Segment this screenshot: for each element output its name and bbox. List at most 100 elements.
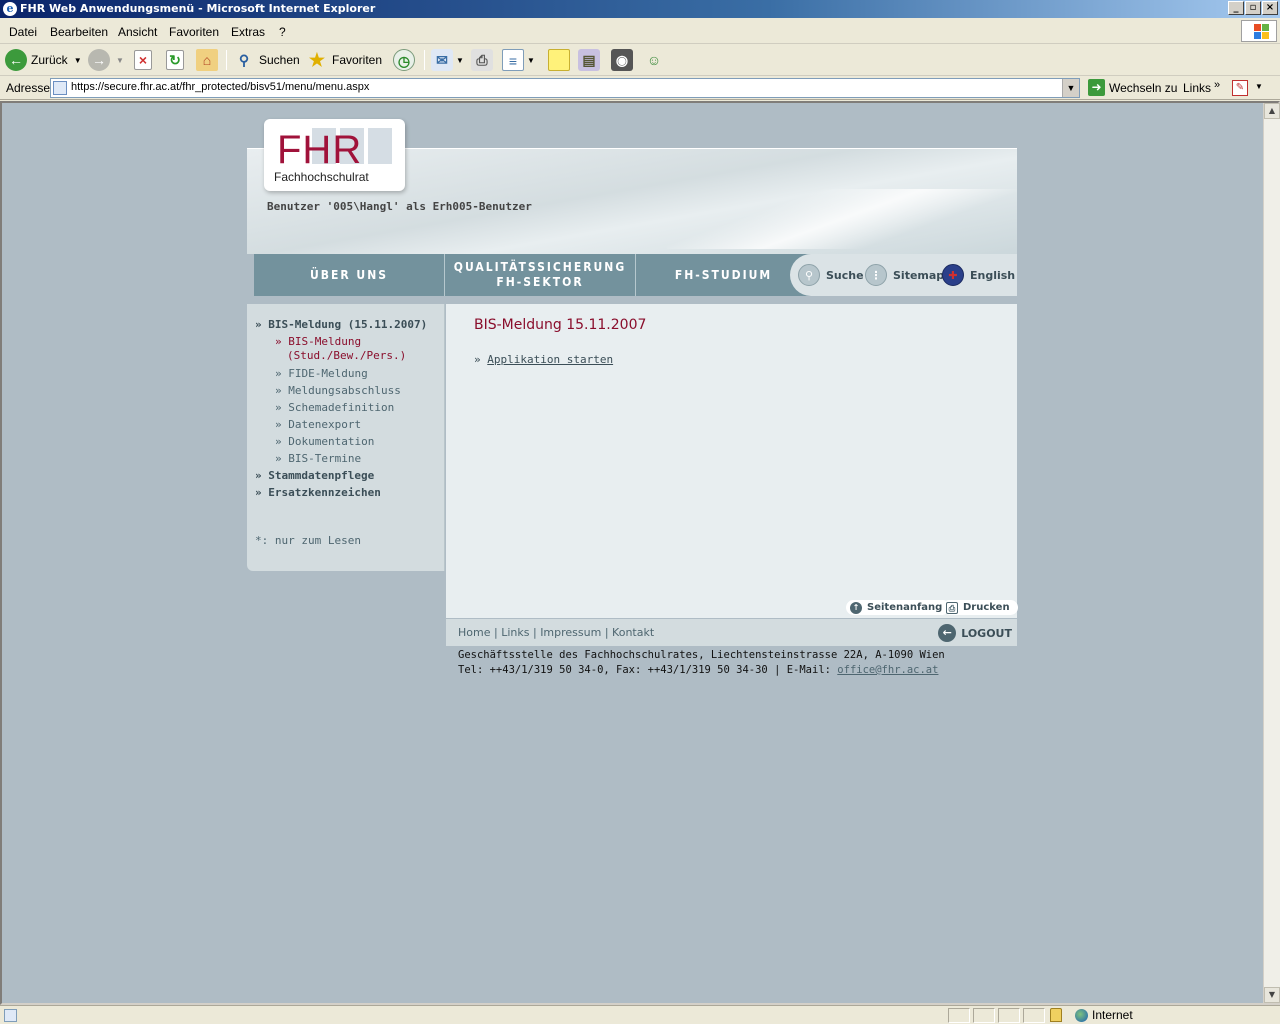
start-application-link[interactable]: Applikation starten <box>487 353 613 366</box>
print-page-button[interactable]: ⎙ Drucken <box>942 600 1018 615</box>
tab-label: ÜBER UNS <box>309 267 388 282</box>
tab-label-line2: FH-SEKTOR <box>496 275 584 289</box>
forward-button[interactable]: → ▼ <box>88 48 124 72</box>
internet-explorer-icon: e <box>3 2 17 16</box>
windows-logo-icon <box>1241 20 1277 42</box>
sitemap-link-label: Sitemap <box>893 268 945 282</box>
scroll-down-icon[interactable]: ▼ <box>1264 987 1280 1003</box>
discuss-button[interactable] <box>548 48 570 72</box>
sidebar-item-datenexport[interactable]: » Datenexport <box>275 418 361 431</box>
sidebar-item-bis-meldung[interactable]: » BIS-Meldung <box>275 335 361 348</box>
menu-ansicht[interactable]: Ansicht <box>118 25 157 39</box>
refresh-button[interactable]: ↻ <box>166 48 184 72</box>
mail-dropdown-icon[interactable]: ▼ <box>456 56 464 65</box>
sidebar-item-schemadefinition[interactable]: » Schemadefinition <box>275 401 394 414</box>
stop-icon: × <box>134 50 152 70</box>
menu-datei[interactable]: Datei <box>9 25 37 39</box>
status-cell <box>998 1008 1020 1023</box>
home-button[interactable]: ⌂ <box>196 48 218 72</box>
footer-link-home[interactable]: Home <box>458 626 490 639</box>
messenger-button[interactable]: ◉ <box>611 48 633 72</box>
close-window-button[interactable]: × <box>1262 1 1278 15</box>
magnifier-icon: ⚲ <box>238 52 250 68</box>
sidebar-group-bis-meldung[interactable]: » BIS-Meldung (15.11.2007) <box>255 318 427 331</box>
back-dropdown-icon[interactable]: ▼ <box>74 56 82 65</box>
research-button[interactable]: ▤ <box>578 48 600 72</box>
address-dropdown-icon[interactable]: ▼ <box>1062 79 1079 97</box>
people-icon: ☺ <box>646 52 662 68</box>
research-icon: ▤ <box>578 49 600 71</box>
refresh-icon: ↻ <box>166 50 184 70</box>
sitemap-icon: ⋮ <box>865 264 887 286</box>
pdf-dropdown-icon[interactable]: ▼ <box>1255 82 1263 91</box>
mail-icon: ✉ <box>431 49 453 71</box>
address-url[interactable]: https://secure.fhr.ac.at/fhr_protected/b… <box>71 81 369 93</box>
contacts-button[interactable]: ☺ <box>643 48 665 72</box>
menu-extras[interactable]: Extras <box>231 25 265 39</box>
search-button[interactable]: ⚲ Suchen <box>233 48 300 72</box>
menu-favoriten[interactable]: Favoriten <box>169 25 219 39</box>
print-page-label: Drucken <box>963 602 1010 613</box>
english-link[interactable]: ✚ English <box>942 264 1015 286</box>
home-icon: ⌂ <box>196 49 218 71</box>
status-bar: Internet <box>0 1005 1280 1024</box>
sidebar-group-ersatzkennzeichen[interactable]: » Ersatzkennzeichen <box>255 486 381 499</box>
uk-flag-icon: ✚ <box>942 264 964 286</box>
email-link[interactable]: office@fhr.ac.at <box>837 664 938 676</box>
vertical-scrollbar[interactable]: ▲ ▼ <box>1263 103 1280 1003</box>
print-button[interactable]: ⎙ <box>471 48 493 72</box>
go-button[interactable]: ➜ Wechseln zu <box>1088 79 1177 96</box>
edit-dropdown-icon[interactable]: ▼ <box>527 56 535 65</box>
favorites-button[interactable]: ★ Favoriten <box>306 48 382 72</box>
menu-help[interactable]: ? <box>279 25 286 39</box>
footer-separator: | <box>493 626 498 639</box>
stop-button[interactable]: × <box>134 48 152 72</box>
logo-wordmark: FHR <box>277 128 363 172</box>
footer-link-impressum[interactable]: Impressum <box>540 626 601 639</box>
back-button[interactable]: ← Zurück ▼ <box>5 48 82 72</box>
sidebar-item-fide-meldung[interactable]: » FIDE-Meldung <box>275 367 368 380</box>
go-label: Wechseln zu <box>1109 80 1178 95</box>
scroll-up-icon[interactable]: ▲ <box>1264 103 1280 119</box>
pdf-icon[interactable]: ✎ <box>1232 80 1248 96</box>
menu-bearbeiten[interactable]: Bearbeiten <box>50 25 108 39</box>
edit-button[interactable]: ≡ ▼ <box>502 48 535 72</box>
logout-label: LOGOUT <box>961 626 1012 640</box>
footer-link-links[interactable]: Links <box>501 626 529 639</box>
fhr-logo[interactable]: FHR Fachhochschulrat <box>264 119 405 191</box>
search-link[interactable]: ⚲ Suche <box>798 264 864 286</box>
search-icon: ⚲ <box>798 264 820 286</box>
sidebar-item-bis-meldung-detail[interactable]: (Stud./Bew./Pers.) <box>287 349 406 362</box>
footer-link-kontakt[interactable]: Kontakt <box>612 626 654 639</box>
toolbar-separator <box>424 50 425 70</box>
tab-qualitaetssicherung[interactable]: QUALITÄTSSICHERUNG FH-SEKTOR <box>445 254 636 296</box>
sitemap-link[interactable]: ⋮ Sitemap <box>865 264 944 286</box>
status-cell <box>948 1008 970 1023</box>
minimize-button[interactable]: _ <box>1228 1 1244 15</box>
chevron-right-icon[interactable]: » <box>1214 79 1220 91</box>
favorites-label: Favoriten <box>332 53 383 67</box>
sidebar-item-bis-termine[interactable]: » BIS-Termine <box>275 452 361 465</box>
tab-ueber-uns[interactable]: ÜBER UNS <box>254 254 445 296</box>
search-link-label: Suche <box>826 268 864 282</box>
printer-icon: ⎙ <box>471 49 493 71</box>
read-only-note: *: nur zum Lesen <box>255 534 361 547</box>
logo-subtitle: Fachhochschulrat <box>274 170 369 184</box>
printer-icon: ⎙ <box>946 601 958 614</box>
main-content: BIS-Meldung 15.11.2007 » Applikation sta… <box>446 304 1018 618</box>
arrow-left-icon: ← <box>938 624 957 642</box>
tab-fh-studium[interactable]: FH-STUDIUM <box>636 254 812 296</box>
forward-dropdown-icon[interactable]: ▼ <box>116 56 124 65</box>
restore-button[interactable]: ▫ <box>1245 1 1261 15</box>
links-toolbar-button[interactable]: Links <box>1183 81 1211 95</box>
sidebar-item-dokumentation[interactable]: » Dokumentation <box>275 435 374 448</box>
address-input[interactable]: https://secure.fhr.ac.at/fhr_protected/b… <box>50 78 1080 98</box>
history-button[interactable]: ◷ <box>393 48 415 72</box>
sidebar-group-stammdatenpflege[interactable]: » Stammdatenpflege <box>255 469 374 482</box>
sidebar-item-meldungsabschluss[interactable]: » Meldungsabschluss <box>275 384 401 397</box>
back-to-top-label: Seitenanfang <box>867 602 943 613</box>
globe-icon <box>1075 1008 1088 1022</box>
logout-button[interactable]: ← LOGOUT <box>938 624 1012 642</box>
back-to-top-button[interactable]: ↑ Seitenanfang <box>846 600 951 615</box>
mail-button[interactable]: ✉ ▼ <box>431 48 464 72</box>
